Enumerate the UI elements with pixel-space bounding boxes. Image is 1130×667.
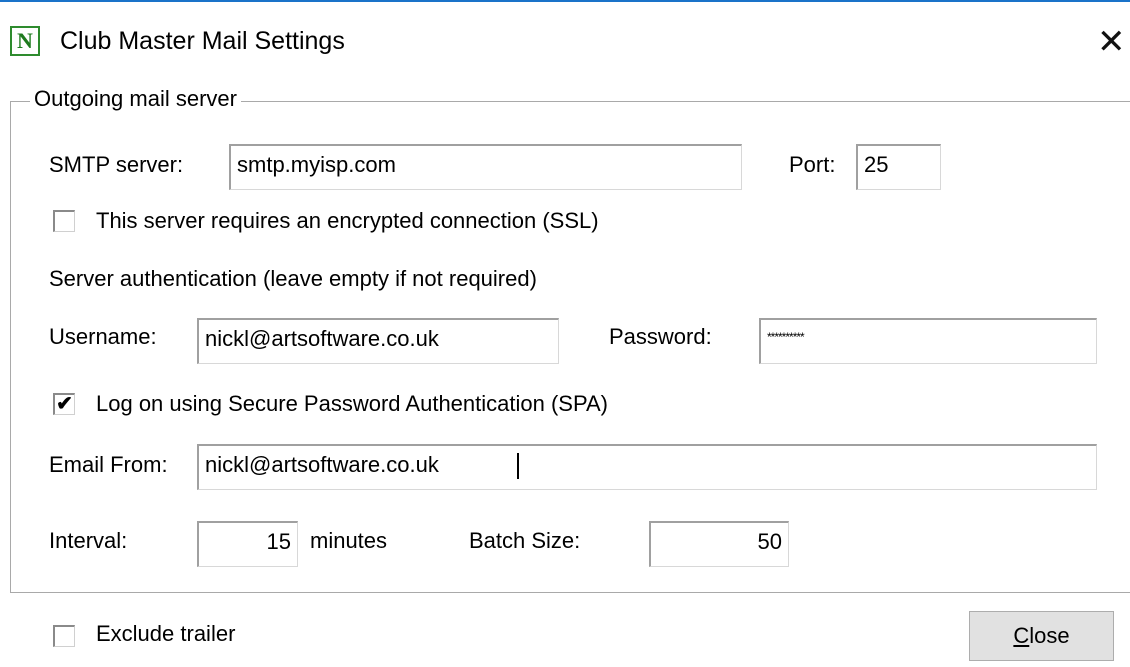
- port-label: Port:: [789, 152, 836, 177]
- password-input[interactable]: **********: [759, 318, 1097, 364]
- close-mnemonic: C: [1013, 623, 1030, 648]
- interval-label: Interval:: [49, 528, 128, 553]
- exclude-trailer-label: Exclude trailer: [96, 621, 236, 646]
- close-icon[interactable]: ✕: [1097, 22, 1126, 62]
- ssl-label: This server requires an encrypted connec…: [96, 208, 599, 233]
- smtp-server-input[interactable]: smtp.myisp.com: [229, 144, 742, 190]
- email-from-label: Email From:: [49, 452, 168, 477]
- close-label-rest: lose: [1029, 623, 1070, 648]
- exclude-trailer-checkbox[interactable]: [53, 625, 75, 647]
- app-icon: N: [10, 26, 40, 56]
- username-input[interactable]: nickl@artsoftware.co.uk: [197, 318, 559, 364]
- spa-checkbox[interactable]: ✔: [53, 393, 75, 415]
- username-label: Username:: [49, 324, 157, 349]
- spa-label: Log on using Secure Password Authenticat…: [96, 391, 609, 416]
- batch-size-label: Batch Size:: [469, 528, 581, 553]
- batch-size-input[interactable]: 50: [649, 521, 789, 567]
- window-top-border: [0, 0, 1130, 2]
- server-authentication-heading: Server authentication (leave empty if no…: [49, 266, 537, 291]
- smtp-server-label: SMTP server:: [49, 152, 184, 177]
- group-legend: Outgoing mail server: [30, 86, 241, 112]
- interval-input[interactable]: 15: [197, 521, 298, 567]
- text-caret: [516, 453, 519, 480]
- close-button[interactable]: Close: [969, 611, 1114, 661]
- email-from-value: nickl@artsoftware.co.uk: [205, 452, 439, 477]
- checkmark-icon: ✔: [56, 393, 73, 415]
- email-from-input[interactable]: nickl@artsoftware.co.uk: [197, 444, 1097, 490]
- window-title: Club Master Mail Settings: [60, 27, 345, 55]
- port-input[interactable]: 25: [856, 144, 941, 190]
- ssl-checkbox[interactable]: [53, 210, 75, 232]
- interval-unit-label: minutes: [310, 528, 388, 553]
- password-label: Password:: [609, 324, 712, 349]
